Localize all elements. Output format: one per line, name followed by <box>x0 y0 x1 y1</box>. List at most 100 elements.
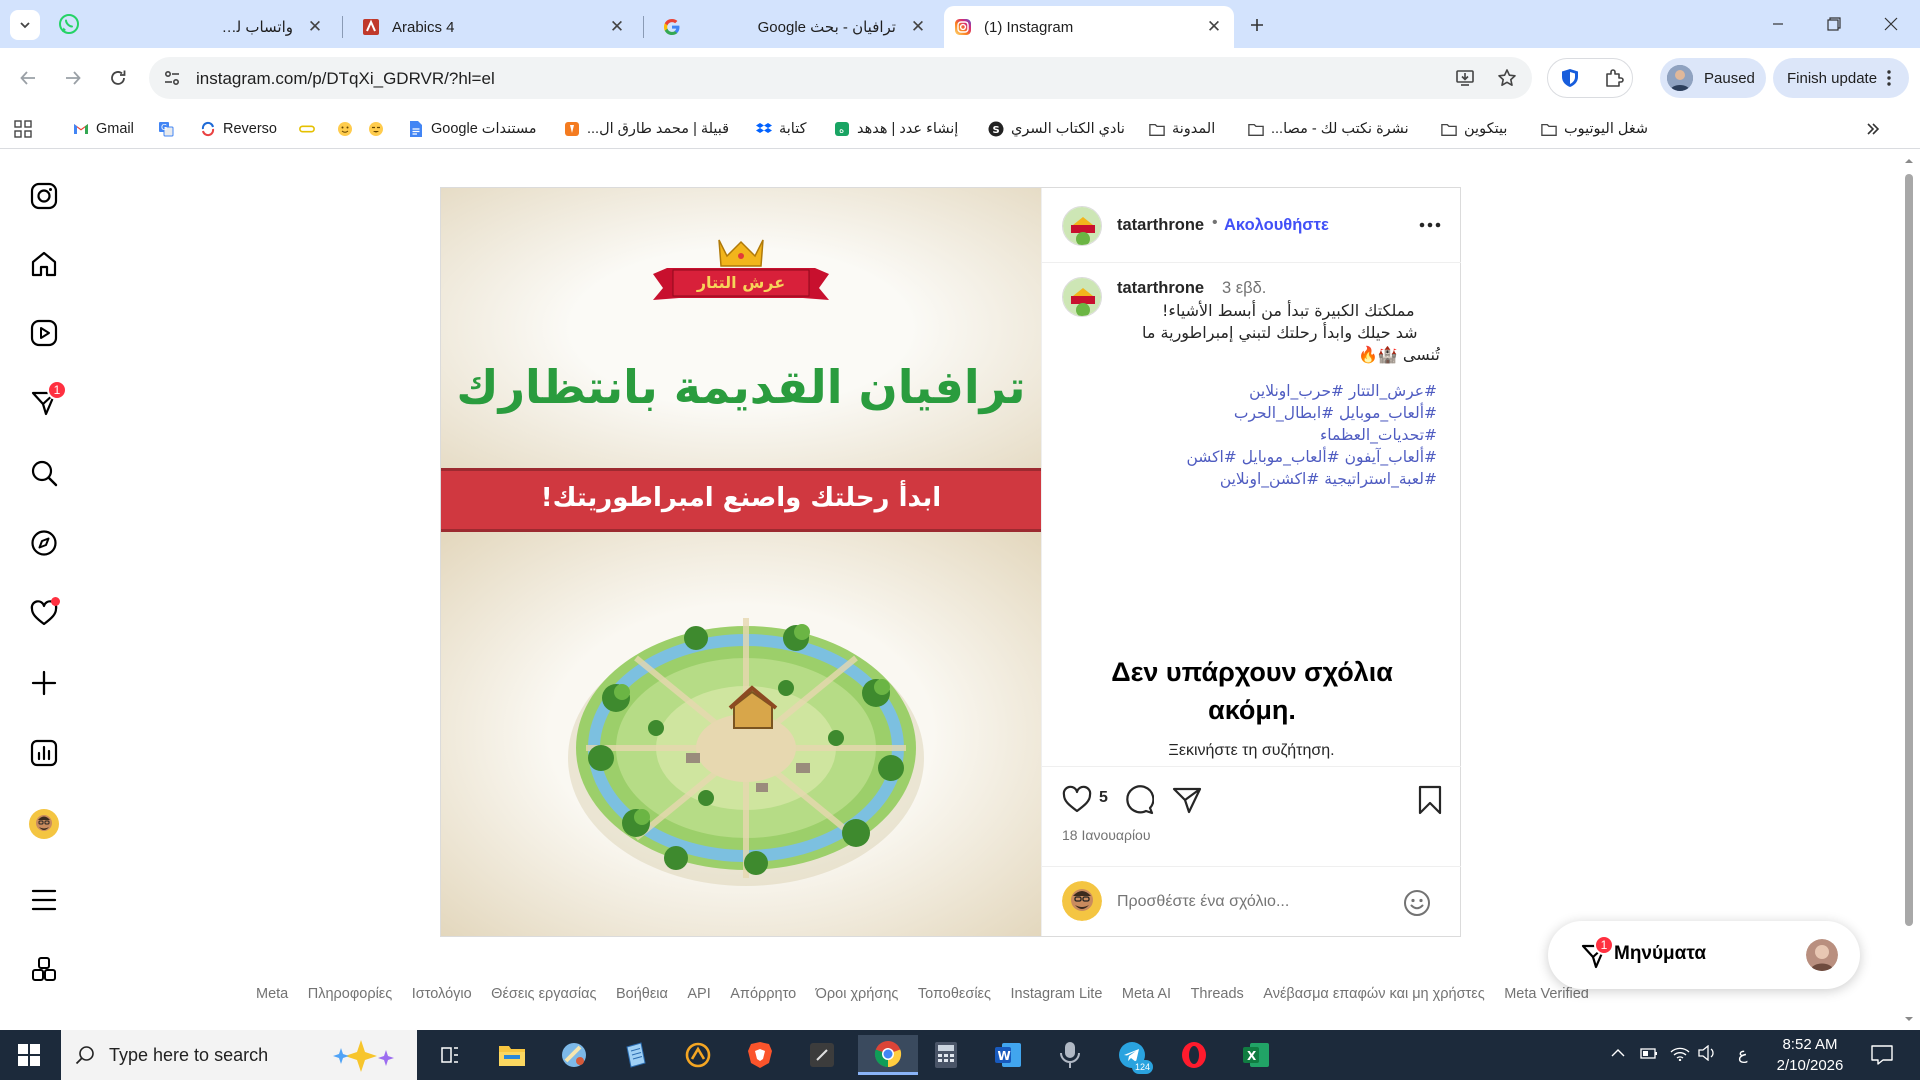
bookmark-reverso[interactable]: Reverso <box>200 119 277 139</box>
wifi-icon[interactable] <box>1670 1045 1690 1061</box>
save-bookmark-icon[interactable] <box>1418 785 1442 815</box>
notifications-icon[interactable] <box>26 595 62 631</box>
messages-floating-button[interactable]: 1 Μηνύματα <box>1548 921 1860 989</box>
footer-link[interactable]: Threads <box>1191 986 1244 1002</box>
footer-link[interactable]: Ανέβασμα επαφών και μη χρήστες <box>1263 986 1484 1002</box>
footer-link[interactable]: Βοήθεια <box>616 986 668 1002</box>
bookmark-blog-folder[interactable]: المدونة <box>1149 119 1215 139</box>
dashboard-icon[interactable] <box>26 735 62 771</box>
hashtag-line[interactable]: #عرش_التتار #حرب_اونلاين <box>1247 380 1437 402</box>
apps-grid-icon[interactable] <box>14 119 32 139</box>
hashtag-line[interactable]: #لعبة_استراتيجية #اكشن_اونلاين <box>1197 468 1437 490</box>
search-icon[interactable] <box>26 455 62 491</box>
caption-username[interactable]: tatarthrone <box>1117 279 1204 298</box>
finish-update-button[interactable]: Finish update <box>1773 58 1909 98</box>
word-icon[interactable]: W <box>984 1035 1032 1075</box>
clock[interactable]: 8:52 AM 2/10/2026 <box>1764 1034 1856 1076</box>
app-icon-notes[interactable] <box>612 1035 660 1075</box>
footer-link[interactable]: Πληροφορίες <box>308 986 393 1002</box>
post-date[interactable]: 18 Ιανουαρίου <box>1062 827 1151 843</box>
bookmark-emoji-2[interactable] <box>368 119 391 139</box>
restore-button[interactable] <box>1805 0 1863 48</box>
start-button[interactable] <box>5 1035 53 1075</box>
close-icon[interactable]: ✕ <box>1204 17 1224 37</box>
file-explorer-icon[interactable] <box>488 1035 536 1075</box>
author-username[interactable]: tatarthrone <box>1117 216 1204 235</box>
forward-button[interactable] <box>55 60 91 96</box>
tab-search-button[interactable] <box>10 10 40 40</box>
hashtag-line[interactable]: #تحديات_العظماء <box>1312 424 1437 446</box>
scroll-down-icon[interactable] <box>1902 1012 1916 1026</box>
comment-input[interactable] <box>1117 889 1387 915</box>
bookmark-youtube-folder[interactable]: شغل اليوتيوب <box>1541 119 1648 139</box>
tray-chevron-icon[interactable] <box>1611 1048 1625 1058</box>
footer-link[interactable]: Θέσεις εργασίας <box>491 986 596 1002</box>
microphone-app-icon[interactable] <box>1046 1035 1094 1075</box>
footer-link[interactable]: Meta <box>256 986 288 1002</box>
reels-icon[interactable] <box>26 315 62 351</box>
bookmark-emoji-1[interactable] <box>337 119 360 139</box>
bookmark-newsletter-folder[interactable]: نشرة نكتب لك - مصا... <box>1248 119 1409 139</box>
tab-instagram[interactable]: (1) Instagram ✕ <box>944 6 1234 48</box>
tab-google-search[interactable]: ترافيان - بحث Google ✕ <box>653 6 938 48</box>
whatsapp-pinned-tab[interactable] <box>58 13 80 35</box>
bookmark-gmail[interactable]: Gmail <box>73 119 134 139</box>
bookmark-bitcoin-folder[interactable]: بيتكوين <box>1441 119 1507 139</box>
footer-link[interactable]: Απόρρητο <box>730 986 796 1002</box>
scroll-up-icon[interactable] <box>1902 154 1916 168</box>
new-tab-button[interactable] <box>1243 12 1271 38</box>
close-icon[interactable]: ✕ <box>305 17 325 37</box>
chrome-icon[interactable] <box>858 1035 918 1075</box>
excel-icon[interactable]: X <box>1232 1035 1280 1075</box>
bookmark-star-icon[interactable] <box>1497 68 1517 88</box>
author-avatar[interactable] <box>1062 206 1102 246</box>
tab-whatsapp-business[interactable]: واتساب للأعمال ✕ <box>195 6 335 48</box>
footer-link[interactable]: Τοποθεσίες <box>918 986 991 1002</box>
opera-icon[interactable] <box>1170 1035 1218 1075</box>
battery-icon[interactable] <box>1640 1046 1658 1060</box>
emoji-picker-icon[interactable] <box>1403 889 1431 917</box>
profile-paused-button[interactable]: Paused <box>1660 58 1766 98</box>
app-icon-orange[interactable] <box>674 1035 722 1075</box>
bookmark-hudhud[interactable]: ه إنشاء عدد | هدهد <box>834 119 958 139</box>
page-scrollbar[interactable] <box>1902 150 1916 1030</box>
footer-link[interactable]: Instagram Lite <box>1011 986 1103 1002</box>
post-image[interactable]: عرش التتار ترافيان القديمة بانتظارك ابدأ… <box>441 188 1041 936</box>
home-icon[interactable] <box>26 246 62 282</box>
more-apps-icon[interactable] <box>26 952 62 988</box>
minimize-button[interactable] <box>1749 0 1807 48</box>
scrollbar-thumb[interactable] <box>1905 174 1913 926</box>
volume-icon[interactable] <box>1698 1045 1716 1061</box>
input-language[interactable]: ع <box>1738 1044 1748 1063</box>
tab-arabics[interactable]: Arabics 4 ✕ <box>352 6 637 48</box>
close-icon[interactable]: ✕ <box>607 17 627 37</box>
close-window-button[interactable] <box>1862 0 1920 48</box>
like-count[interactable]: 5 <box>1099 789 1108 807</box>
like-icon[interactable] <box>1062 785 1092 813</box>
bookmark-secret-book-club[interactable]: S نادي الكتاب السري <box>988 119 1125 139</box>
bookmark-google-docs[interactable]: مستندات Google <box>408 119 537 139</box>
install-app-icon[interactable] <box>1455 68 1475 88</box>
follow-button[interactable]: Ακολουθήστε <box>1224 216 1329 235</box>
footer-link[interactable]: Όροι χρήσης <box>816 986 899 1002</box>
instagram-logo-icon[interactable] <box>26 178 62 214</box>
share-icon[interactable] <box>1172 785 1202 815</box>
url-text[interactable]: instagram.com/p/DTqXi_GDRVR/?hl=el <box>196 69 495 89</box>
back-button[interactable] <box>10 60 46 96</box>
taskbar-search-box[interactable]: Type here to search <box>61 1030 417 1080</box>
kebab-menu-icon[interactable] <box>1887 70 1891 86</box>
bookmark-tribe[interactable]: قبيلة | محمد طارق ال... <box>564 119 729 139</box>
caption-avatar[interactable] <box>1062 277 1102 317</box>
app-icon-dark[interactable] <box>798 1035 846 1075</box>
bookmark-link[interactable] <box>299 119 322 139</box>
task-view-icon[interactable] <box>426 1035 474 1075</box>
address-bar[interactable]: instagram.com/p/DTqXi_GDRVR/?hl=el <box>149 57 1532 99</box>
close-icon[interactable]: ✕ <box>908 17 928 37</box>
explore-icon[interactable] <box>26 525 62 561</box>
bookmark-translate[interactable]: G <box>158 119 181 139</box>
bitwarden-icon[interactable] <box>1559 67 1581 89</box>
menu-icon[interactable] <box>26 882 62 918</box>
more-options-icon[interactable] <box>1419 222 1441 228</box>
notifications-center-icon[interactable] <box>1870 1044 1894 1066</box>
bookmark-writing[interactable]: كتابة <box>756 119 807 139</box>
